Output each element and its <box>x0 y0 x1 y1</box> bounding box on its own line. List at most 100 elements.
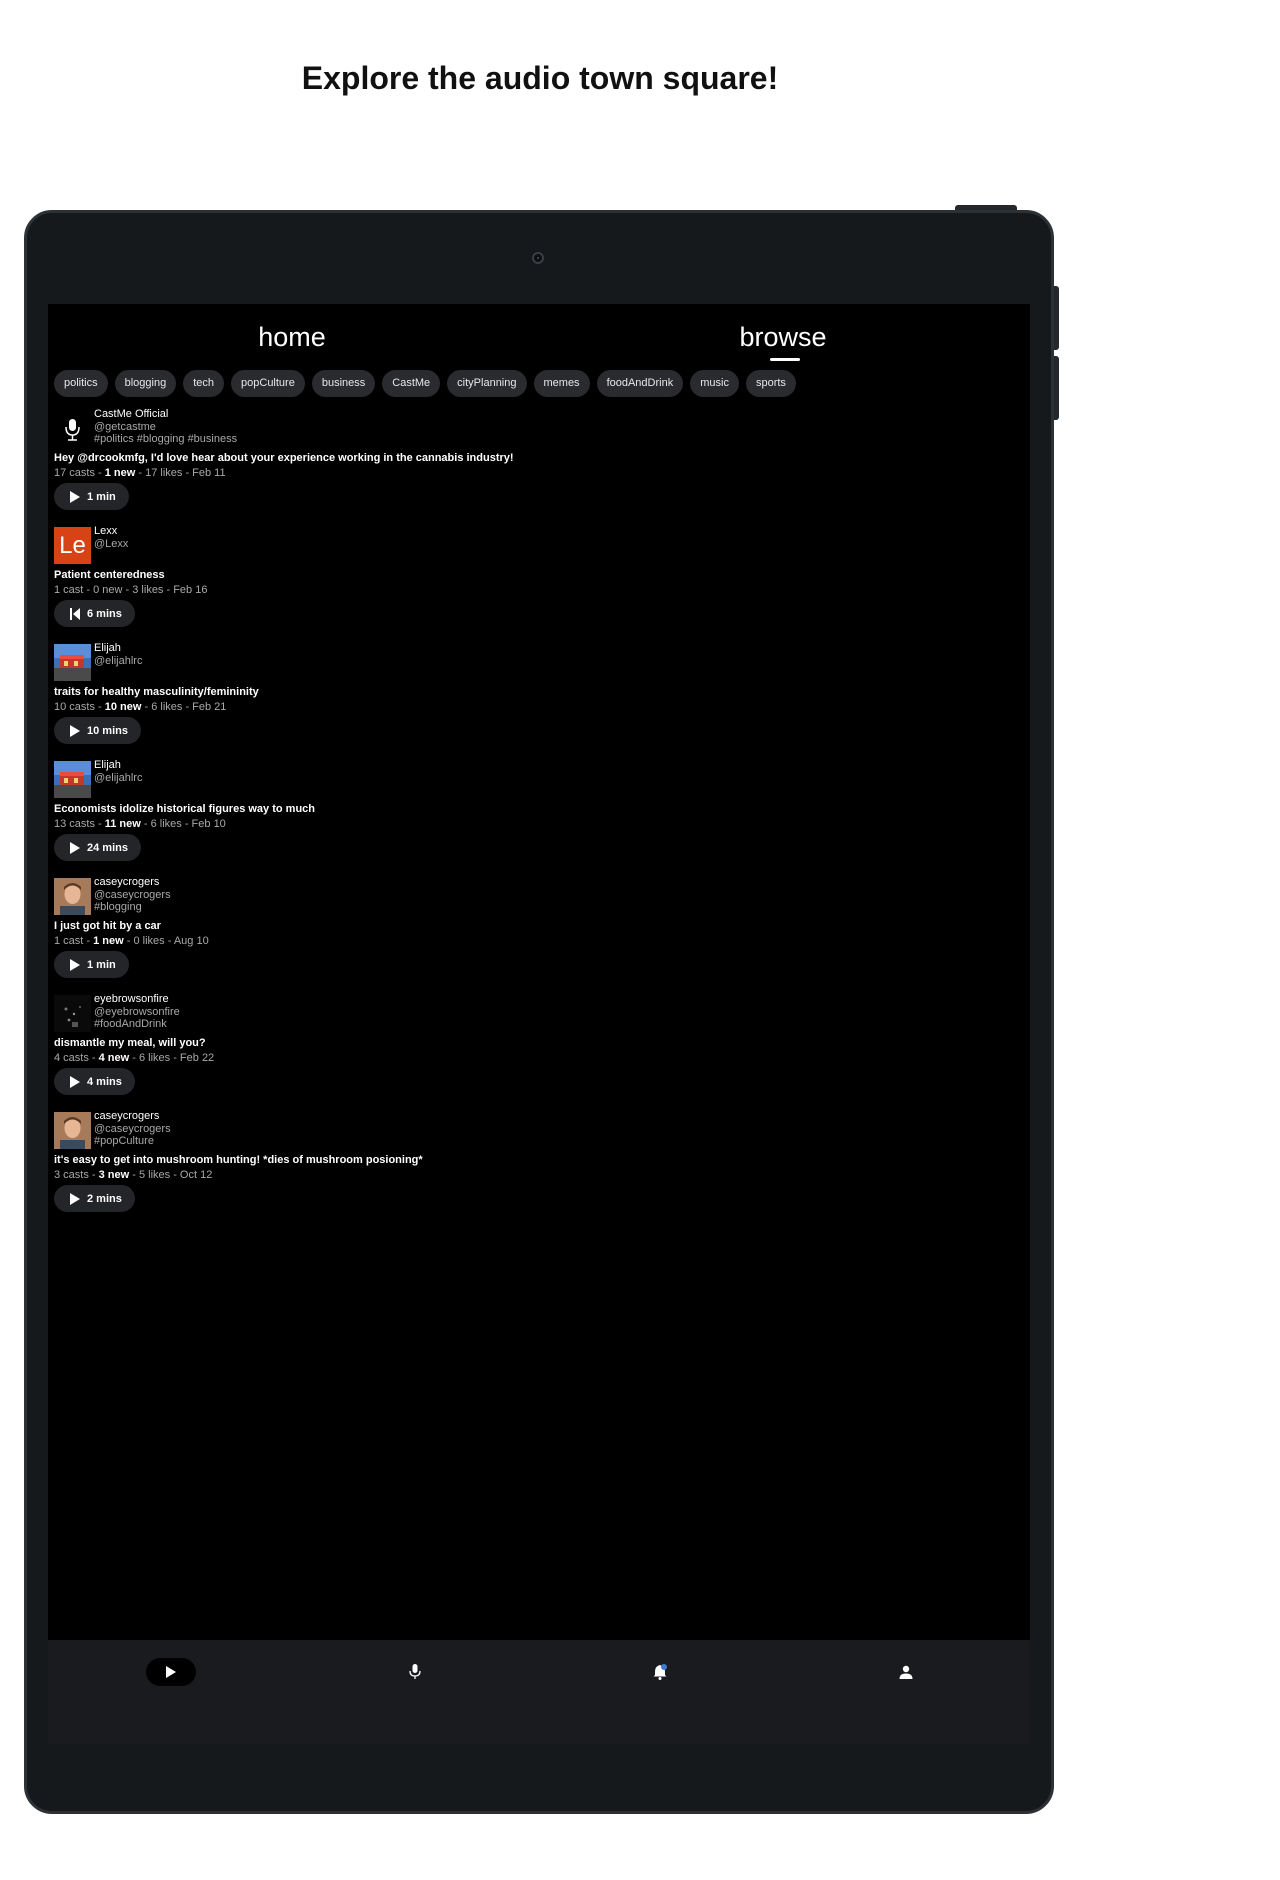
post-title: it's easy to get into mushroom hunting! … <box>54 1154 423 1166</box>
chip-music[interactable]: music <box>690 370 739 397</box>
author-name[interactable]: Lexx <box>94 525 128 538</box>
avatar[interactable] <box>54 644 91 681</box>
camera-icon <box>532 252 544 264</box>
play-icon <box>70 1192 80 1205</box>
author-handle[interactable]: @caseycrogers <box>94 889 171 902</box>
author-info: Elijah @elijahlrc <box>94 759 142 784</box>
page-headline: Explore the audio town square! <box>301 60 779 96</box>
chip-memes[interactable]: memes <box>533 370 590 397</box>
new-count: 10 new <box>104 701 142 713</box>
post-title: I just got hit by a car <box>54 920 161 932</box>
casts-count: 1 cast - 0 new - 3 likes - Feb 16 <box>54 584 208 596</box>
casts-count: 1 cast - <box>54 935 94 947</box>
chip-business[interactable]: business <box>311 370 376 397</box>
post-tags[interactable]: #politics #blogging #business <box>94 433 237 446</box>
new-count: 4 new <box>98 1052 130 1064</box>
author-info: eyebrowsonfire @eyebrowsonfire #foodAndD… <box>94 993 180 1031</box>
post-title: traits for healthy masculinity/femininit… <box>54 686 259 698</box>
duration-label: 10 mins <box>87 724 128 737</box>
casts-count: 4 casts - <box>54 1052 99 1064</box>
author-handle[interactable]: @eyebrowsonfire <box>94 1006 180 1019</box>
play-button[interactable]: 1 min <box>54 951 129 978</box>
author-name[interactable]: Elijah <box>94 642 142 655</box>
author-handle[interactable]: @Lexx <box>94 538 128 551</box>
list-item[interactable]: Le Lexx @Lexx Patient centeredness 1 cas… <box>54 525 1014 642</box>
avatar[interactable]: Le <box>54 527 91 564</box>
skip-back-icon <box>70 607 80 620</box>
play-button[interactable]: 1 min <box>54 483 129 510</box>
post-tags[interactable]: #blogging <box>94 901 171 914</box>
author-handle[interactable]: @elijahlrc <box>94 772 142 785</box>
post-stats: 10 casts - 10 new - 6 likes - Feb 21 <box>54 701 226 713</box>
chip-popculture[interactable]: popCulture <box>231 370 305 397</box>
chip-cityplanning[interactable]: cityPlanning <box>447 370 527 397</box>
author-name[interactable]: caseycrogers <box>94 1110 171 1123</box>
tab-home[interactable]: home <box>142 322 442 353</box>
author-handle[interactable]: @elijahlrc <box>94 655 142 668</box>
chip-sports[interactable]: sports <box>745 370 796 397</box>
author-name[interactable]: Elijah <box>94 759 142 772</box>
author-info: caseycrogers @caseycrogers #blogging <box>94 876 171 914</box>
author-info: CastMe Official @getcastme #politics #bl… <box>94 408 237 446</box>
avatar[interactable] <box>54 1112 91 1149</box>
list-item[interactable]: CastMe Official @getcastme #politics #bl… <box>54 408 1014 525</box>
casts-count: 10 casts - <box>54 701 105 713</box>
play-button[interactable]: 2 mins <box>54 1185 135 1212</box>
author-handle[interactable]: @getcastme <box>94 421 237 434</box>
casts-count: 3 casts - <box>54 1169 99 1181</box>
chip-castme[interactable]: CastMe <box>382 370 441 397</box>
post-title: Patient centeredness <box>54 569 165 581</box>
author-handle[interactable]: @caseycrogers <box>94 1123 171 1136</box>
avatar[interactable] <box>54 410 91 447</box>
casts-count: 17 casts - <box>54 467 105 479</box>
post-stats: 17 casts - 1 new - 17 likes - Feb 11 <box>54 467 226 479</box>
chip-blogging[interactable]: blogging <box>114 370 177 397</box>
list-item[interactable]: Elijah @elijahlrc traits for healthy mas… <box>54 642 1014 759</box>
post-stats: 1 cast - 1 new - 0 likes - Aug 10 <box>54 935 209 947</box>
play-icon <box>70 490 80 503</box>
chip-tech[interactable]: tech <box>183 370 225 397</box>
post-stats: 3 casts - 3 new - 5 likes - Oct 12 <box>54 1169 212 1181</box>
likes-date: - 17 likes - Feb 11 <box>135 467 226 479</box>
nav-listen-button[interactable] <box>146 1658 196 1686</box>
post-stats: 4 casts - 4 new - 6 likes - Feb 22 <box>54 1052 214 1064</box>
author-name[interactable]: CastMe Official <box>94 408 237 421</box>
play-button[interactable]: 10 mins <box>54 717 141 744</box>
author-name[interactable]: eyebrowsonfire <box>94 993 180 1006</box>
play-icon <box>70 958 80 971</box>
cast-feed: CastMe Official @getcastme #politics #bl… <box>54 408 1014 1227</box>
duration-label: 1 min <box>87 490 116 503</box>
chip-politics[interactable]: politics <box>54 370 108 397</box>
list-item[interactable]: eyebrowsonfire @eyebrowsonfire #foodAndD… <box>54 993 1014 1110</box>
author-info: Lexx @Lexx <box>94 525 128 550</box>
play-icon <box>70 1075 80 1088</box>
likes-date: - 6 likes - Feb 22 <box>129 1052 215 1064</box>
avatar[interactable] <box>54 761 91 798</box>
elijah-photo-icon <box>54 761 91 798</box>
likes-date: - 6 likes - Feb 21 <box>141 701 227 713</box>
active-tab-indicator <box>770 358 800 361</box>
play-button[interactable]: 24 mins <box>54 834 141 861</box>
resume-button[interactable]: 6 mins <box>54 600 135 627</box>
play-button[interactable]: 4 mins <box>54 1068 135 1095</box>
tab-browse[interactable]: browse <box>633 322 933 353</box>
casts-count: 13 casts - <box>54 818 105 830</box>
list-item[interactable]: Elijah @elijahlrc Economists idolize his… <box>54 759 1014 876</box>
avatar[interactable] <box>54 995 91 1032</box>
list-item[interactable]: caseycrogers @caseycrogers #popCulture i… <box>54 1110 1014 1227</box>
app-screen: home browse politics blogging tech popCu… <box>48 304 1030 1744</box>
nav-notifications-button[interactable] <box>648 1658 672 1686</box>
avatar-initials: Le <box>59 532 86 559</box>
person-icon <box>899 1665 913 1679</box>
nav-record-button[interactable] <box>403 1658 427 1686</box>
avatar[interactable] <box>54 878 91 915</box>
author-name[interactable]: caseycrogers <box>94 876 171 889</box>
post-tags[interactable]: #popCulture <box>94 1135 171 1148</box>
post-tags[interactable]: #foodAndDrink <box>94 1018 180 1031</box>
nav-profile-button[interactable] <box>894 1658 918 1686</box>
likes-date: - 0 likes - Aug 10 <box>123 935 209 947</box>
duration-label: 6 mins <box>87 607 122 620</box>
play-icon <box>70 724 80 737</box>
chip-foodanddrink[interactable]: foodAndDrink <box>596 370 684 397</box>
list-item[interactable]: caseycrogers @caseycrogers #blogging I j… <box>54 876 1014 993</box>
